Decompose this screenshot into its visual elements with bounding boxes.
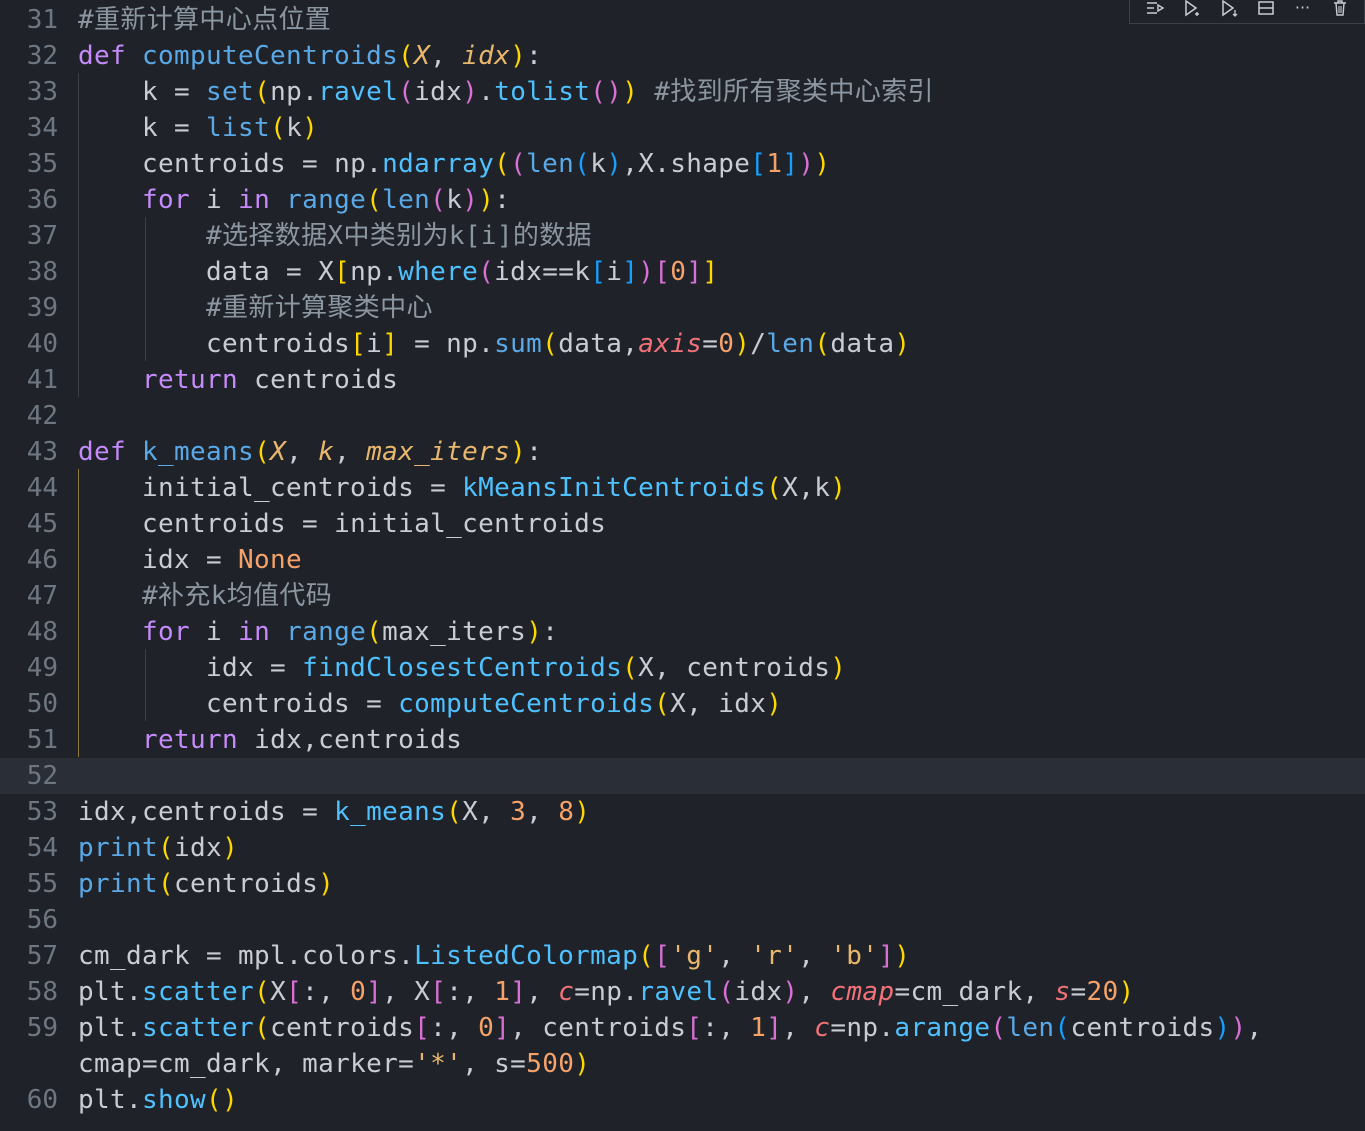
code-line[interactable]: 32 def computeCentroids(X, idx): — [0, 38, 1365, 74]
line-number: 55 — [26, 869, 58, 899]
code-text[interactable]: #重新计算聚类中心 — [78, 290, 433, 326]
code-text[interactable]: #选择数据X中类别为k[i]的数据 — [78, 218, 592, 254]
code-line[interactable]: 34 k = list(k) — [0, 110, 1365, 146]
code-text[interactable]: centroids = computeCentroids(X, idx) — [78, 686, 782, 722]
code-line[interactable]: 55 print(centroids) — [0, 866, 1365, 902]
code-text[interactable]: for i in range(max_iters): — [78, 614, 558, 650]
line-number: 42 — [26, 401, 58, 431]
code-line[interactable]: 33 k = set(np.ravel(idx).tolist()) #找到所有… — [0, 74, 1365, 110]
code-line[interactable]: 59 plt.scatter(centroids[:, 0], centroids… — [0, 1010, 1365, 1046]
code-text[interactable]: for i in range(len(k)): — [78, 182, 510, 218]
code-line[interactable]: 36 for i in range(len(k)): — [0, 182, 1365, 218]
line-number: 46 — [26, 545, 58, 575]
code-line[interactable]: 52 — [0, 758, 1365, 794]
line-number: 33 — [26, 77, 58, 107]
code-line[interactable]: 53 idx,centroids = k_means(X, 3, 8) — [0, 794, 1365, 830]
line-number: 31 — [26, 5, 58, 35]
code-text[interactable]: k = list(k) — [78, 110, 318, 146]
code-text[interactable]: data = X[np.where(idx==k[i])[0]] — [78, 254, 718, 290]
line-number: 34 — [26, 113, 58, 143]
line-number: 57 — [26, 941, 58, 971]
line-number: 54 — [26, 833, 58, 863]
code-text[interactable]: plt.scatter(X[:, 0], X[:, 1], c=np.ravel… — [78, 974, 1135, 1010]
line-number: 49 — [26, 653, 58, 683]
code-text[interactable]: plt.show() — [78, 1082, 238, 1118]
line-number: 47 — [26, 581, 58, 611]
code-line[interactable]: 51 return idx,centroids — [0, 722, 1365, 758]
code-line[interactable]: 38 data = X[np.where(idx==k[i])[0]] — [0, 254, 1365, 290]
code-text[interactable]: def k_means(X, k, max_iters): — [78, 434, 542, 470]
line-number: 43 — [26, 437, 58, 467]
code-text[interactable]: centroids[i] = np.sum(data,axis=0)/len(d… — [78, 326, 910, 362]
code-text[interactable]: initial_centroids = kMeansInitCentroids(… — [78, 470, 846, 506]
code-line[interactable]: 35 centroids = np.ndarray((len(k),X.shap… — [0, 146, 1365, 182]
code-line[interactable]: 37 #选择数据X中类别为k[i]的数据 — [0, 218, 1365, 254]
code-text[interactable]: def computeCentroids(X, idx): — [78, 38, 542, 74]
code-line[interactable]: 41 return centroids — [0, 362, 1365, 398]
code-line[interactable]: 57 cm_dark = mpl.colors.ListedColormap(['… — [0, 938, 1365, 974]
code-text[interactable]: print(centroids) — [78, 866, 334, 902]
code-line[interactable]: 54 print(idx) — [0, 830, 1365, 866]
code-line[interactable]: 58 plt.scatter(X[:, 0], X[:, 1], c=np.rav… — [0, 974, 1365, 1010]
line-number: 32 — [26, 41, 58, 71]
line-number: 50 — [26, 689, 58, 719]
code-line[interactable]: 31 #重新计算中心点位置 — [0, 2, 1365, 38]
line-number: 51 — [26, 725, 58, 755]
code-line[interactable]: 47 #补充k均值代码 — [0, 578, 1365, 614]
code-text[interactable]: return centroids — [78, 362, 398, 398]
code-text[interactable]: plt.scatter(centroids[:, 0], centroids[:… — [78, 1010, 1263, 1046]
code-text[interactable]: idx = findClosestCentroids(X, centroids) — [78, 650, 846, 686]
line-number: 48 — [26, 617, 58, 647]
code-text[interactable]: centroids = initial_centroids — [78, 506, 606, 542]
code-line[interactable]: 46 idx = None — [0, 542, 1365, 578]
line-number: 59 — [26, 1013, 58, 1043]
code-text[interactable]: idx,centroids = k_means(X, 3, 8) — [78, 794, 590, 830]
code-text[interactable]: k = set(np.ravel(idx).tolist()) #找到所有聚类中… — [78, 74, 934, 110]
code-line[interactable]: 45 centroids = initial_centroids — [0, 506, 1365, 542]
line-number: 38 — [26, 257, 58, 287]
code-text[interactable]: centroids = np.ndarray((len(k),X.shape[1… — [78, 146, 830, 182]
code-line[interactable]: 43 def k_means(X, k, max_iters): — [0, 434, 1365, 470]
code-text[interactable]: idx = None — [78, 542, 302, 578]
line-number: 40 — [26, 329, 58, 359]
code-line[interactable]: cmap=cm_dark, marker='*', s=500) — [0, 1046, 1365, 1082]
code-line[interactable]: 42 — [0, 398, 1365, 434]
line-number: 53 — [26, 797, 58, 827]
code-editor[interactable]: ··· 31 #重新计算中心点位置 32 def computeCentroids(X… — [0, 0, 1365, 1131]
line-number: 37 — [26, 221, 58, 251]
code-text[interactable]: print(idx) — [78, 830, 238, 866]
code-text[interactable]: #补充k均值代码 — [78, 578, 332, 614]
line-number: 44 — [26, 473, 58, 503]
line-number: 56 — [26, 905, 58, 935]
code-text[interactable]: cmap=cm_dark, marker='*', s=500) — [78, 1046, 590, 1082]
line-number: 35 — [26, 149, 58, 179]
code-text[interactable]: cm_dark = mpl.colors.ListedColormap(['g'… — [78, 938, 910, 974]
code-line[interactable]: 39 #重新计算聚类中心 — [0, 290, 1365, 326]
code-line[interactable]: 60 plt.show() — [0, 1082, 1365, 1118]
line-number: 36 — [26, 185, 58, 215]
line-number: 58 — [26, 977, 58, 1007]
code-text[interactable]: #重新计算中心点位置 — [78, 2, 331, 38]
code-line[interactable]: 40 centroids[i] = np.sum(data,axis=0)/le… — [0, 326, 1365, 362]
line-number: 60 — [26, 1085, 58, 1115]
line-number: 45 — [26, 509, 58, 539]
code-line[interactable]: 44 initial_centroids = kMeansInitCentroi… — [0, 470, 1365, 506]
code-line[interactable]: 56 — [0, 902, 1365, 938]
code-line[interactable]: 49 idx = findClosestCentroids(X, centroi… — [0, 650, 1365, 686]
code-text[interactable]: return idx,centroids — [78, 722, 462, 758]
line-number: 52 — [26, 761, 58, 791]
line-number: 39 — [26, 293, 58, 323]
line-number: 41 — [26, 365, 58, 395]
code-line[interactable]: 50 centroids = computeCentroids(X, idx) — [0, 686, 1365, 722]
code-line[interactable]: 48 for i in range(max_iters): — [0, 614, 1365, 650]
